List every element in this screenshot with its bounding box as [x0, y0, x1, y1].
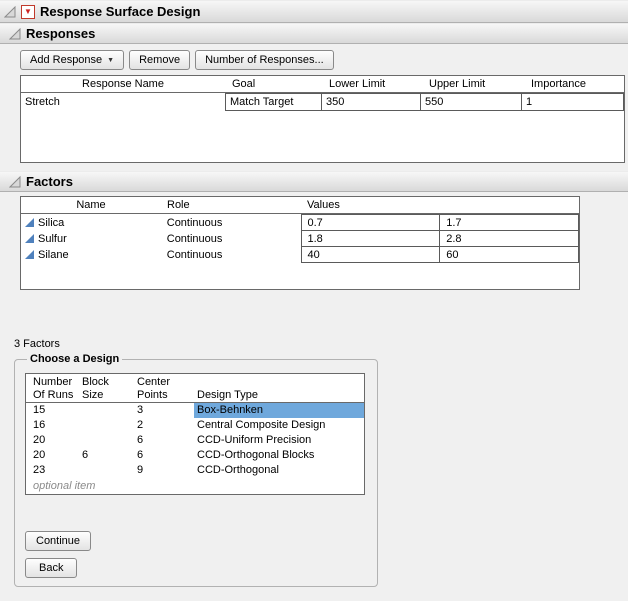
choose-a-design-title: Choose a Design — [27, 353, 122, 365]
window-title-bar: ▼ Response Surface Design — [0, 0, 628, 23]
number-of-responses-button[interactable]: Number of Responses... — [195, 50, 334, 70]
factor-high-value-cell[interactable]: 1.7 — [439, 214, 579, 231]
design-buttons: Continue Back — [25, 531, 367, 578]
factor-name-cell[interactable]: Silica — [21, 214, 161, 231]
continue-button[interactable]: Continue — [25, 531, 91, 551]
factor-low-value-cell[interactable]: 40 — [301, 246, 441, 263]
disclosure-triangle-icon[interactable] — [4, 6, 16, 18]
add-response-button[interactable]: Add Response ▼ — [20, 50, 124, 70]
factor-high-value-cell[interactable]: 2.8 — [439, 230, 579, 247]
design-row-box-behnken[interactable]: 15 3 Box-Behnken — [26, 403, 364, 418]
continuous-factor-icon — [25, 250, 34, 259]
response-name-cell[interactable]: Stretch — [21, 93, 225, 111]
factor-name: Silane — [38, 249, 69, 261]
factors-count-label: 3 Factors — [14, 338, 628, 350]
responses-toolbar: Add Response ▼ Remove Number of Response… — [20, 50, 628, 70]
column-header-response-name: Response Name — [21, 78, 225, 90]
factors-table-header: Name Role Values — [21, 197, 579, 214]
factors-header-bar: Factors — [0, 171, 628, 192]
disclosure-triangle-icon[interactable] — [9, 28, 21, 40]
remove-button[interactable]: Remove — [129, 50, 190, 70]
upper-limit-cell[interactable]: 550 — [420, 93, 522, 111]
design-row-ccd-orthogonal-blocks[interactable]: 20 6 6 CCD-Orthogonal Blocks — [26, 448, 364, 463]
design-row-ccd-uniform-precision[interactable]: 20 6 CCD-Uniform Precision — [26, 433, 364, 448]
back-button[interactable]: Back — [25, 558, 77, 578]
column-header-center-points: CenterPoints — [134, 376, 194, 402]
red-triangle-menu-icon[interactable]: ▼ — [21, 5, 35, 19]
column-header-number-of-runs: NumberOf Runs — [26, 376, 79, 402]
dropdown-arrow-icon: ▼ — [107, 57, 114, 64]
factor-name: Sulfur — [38, 233, 67, 245]
responses-section-title: Responses — [26, 26, 95, 41]
response-row: Stretch Match Target 350 550 1 — [21, 93, 624, 111]
choose-a-design-groupbox: Choose a Design NumberOf Runs BlockSize … — [14, 353, 378, 587]
design-chooser-area: 3 Factors Choose a Design NumberOf Runs … — [14, 338, 628, 587]
optional-item-row: optional item — [26, 478, 364, 494]
factor-name-cell[interactable]: Silane — [21, 246, 161, 263]
column-header-name: Name — [21, 199, 161, 211]
factor-low-value-cell[interactable]: 1.8 — [301, 230, 441, 247]
column-header-block-size: BlockSize — [79, 376, 134, 402]
factor-row: Silica Continuous 0.7 1.7 — [21, 214, 579, 231]
factors-table: Name Role Values Silica Continuous 0.7 1… — [20, 196, 580, 290]
column-header-lower-limit: Lower Limit — [322, 78, 422, 90]
selected-design-type[interactable]: Box-Behnken — [194, 403, 364, 418]
design-row-central-composite[interactable]: 16 2 Central Composite Design — [26, 418, 364, 433]
factor-role-cell[interactable]: Continuous — [161, 214, 301, 231]
factor-role-cell[interactable]: Continuous — [161, 246, 301, 263]
factor-high-value-cell[interactable]: 60 — [439, 246, 579, 263]
column-header-importance: Importance — [524, 78, 624, 90]
continuous-factor-icon — [25, 234, 34, 243]
factor-low-value-cell[interactable]: 0.7 — [301, 214, 441, 231]
column-header-goal: Goal — [225, 78, 322, 90]
factor-name-cell[interactable]: Sulfur — [21, 230, 161, 247]
importance-cell[interactable]: 1 — [521, 93, 624, 111]
responses-table-header: Response Name Goal Lower Limit Upper Lim… — [21, 76, 624, 93]
lower-limit-cell[interactable]: 350 — [321, 93, 421, 111]
factor-row: Silane Continuous 40 60 — [21, 246, 579, 263]
add-response-label: Add Response — [30, 54, 102, 66]
responses-table: Response Name Goal Lower Limit Upper Lim… — [20, 75, 625, 163]
design-list-header: NumberOf Runs BlockSize CenterPoints Des… — [26, 374, 364, 403]
column-header-upper-limit: Upper Limit — [422, 78, 524, 90]
design-list: NumberOf Runs BlockSize CenterPoints Des… — [25, 373, 365, 495]
factor-role-cell[interactable]: Continuous — [161, 230, 301, 247]
column-header-values: Values — [301, 199, 441, 211]
factor-name: Silica — [38, 217, 64, 229]
factors-section-title: Factors — [26, 174, 73, 189]
goal-cell[interactable]: Match Target — [225, 93, 322, 111]
factor-row: Sulfur Continuous 1.8 2.8 — [21, 230, 579, 247]
disclosure-triangle-icon[interactable] — [9, 176, 21, 188]
design-row-ccd-orthogonal[interactable]: 23 9 CCD-Orthogonal — [26, 463, 364, 478]
column-header-role: Role — [161, 199, 301, 211]
column-header-design-type: Design Type — [194, 376, 364, 402]
continuous-factor-icon — [25, 218, 34, 227]
page-title: Response Surface Design — [40, 4, 200, 19]
responses-header-bar: Responses — [0, 23, 628, 44]
